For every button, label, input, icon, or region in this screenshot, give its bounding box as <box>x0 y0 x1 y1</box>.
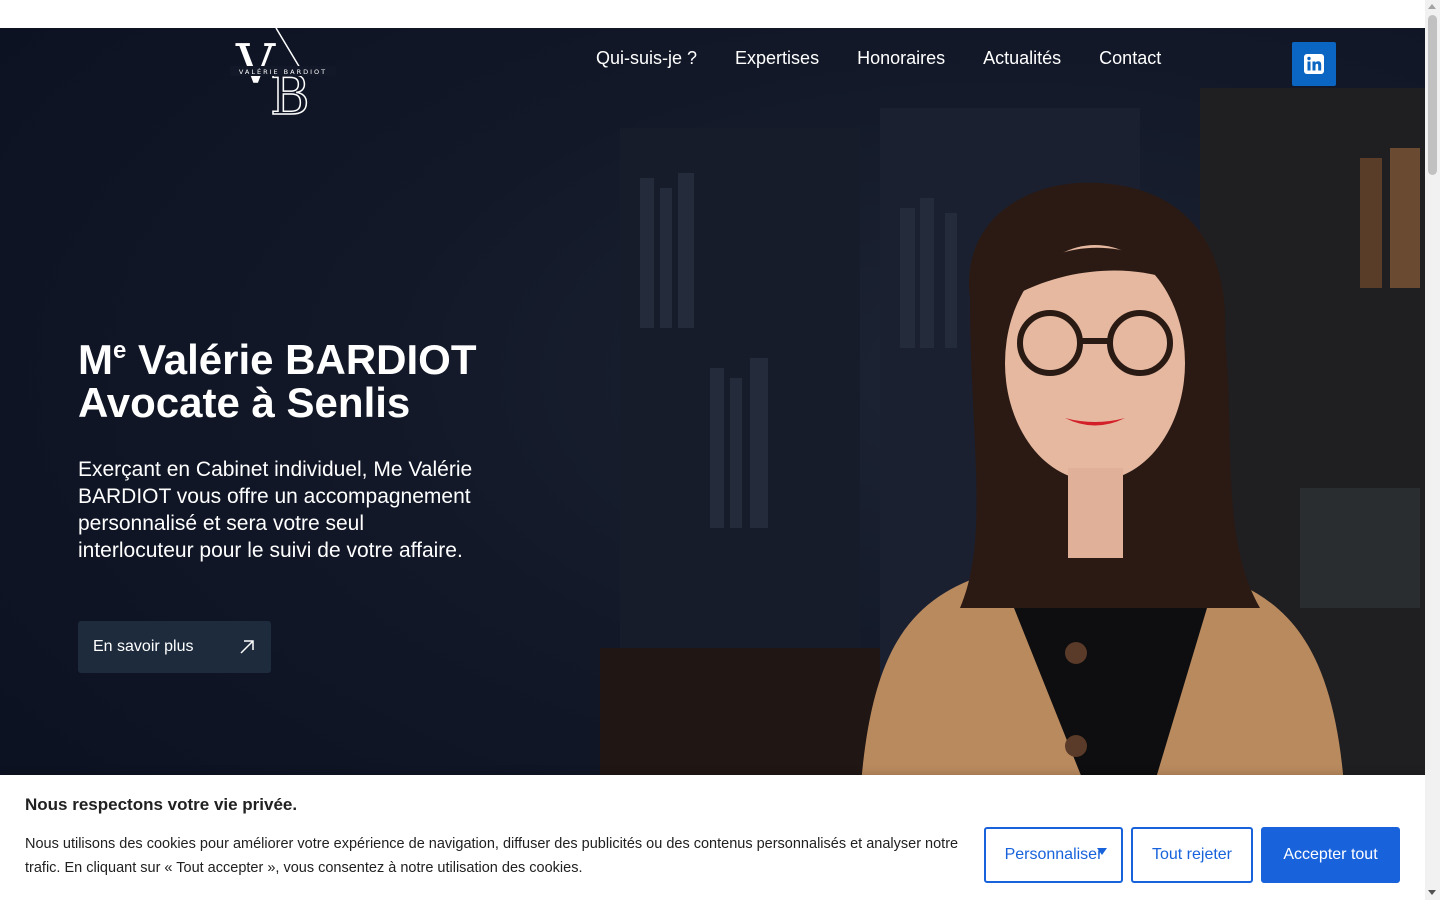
nav-item-contact[interactable]: Contact <box>1099 48 1161 69</box>
customize-label: Personnaliser <box>1004 846 1103 863</box>
nav-item-expertises[interactable]: Expertises <box>735 48 819 69</box>
scrollbar-thumb[interactable] <box>1428 15 1437 175</box>
customize-button[interactable]: Personnaliser <box>984 827 1123 883</box>
main-navigation: Qui-suis-je ? Expertises Honoraires Actu… <box>596 48 1161 69</box>
cookie-consent-banner: Nous respectons votre vie privée. Nous u… <box>0 775 1425 900</box>
hero-section: V B VALÉRIE BARDIOT Qui-suis-je ? Expert… <box>0 28 1425 900</box>
title-prefix: M <box>78 336 113 383</box>
linkedin-icon <box>1304 54 1324 74</box>
hero-description: Exerçant en Cabinet individuel, Me Valér… <box>78 458 473 562</box>
title-name: Valérie BARDIOT <box>126 336 477 383</box>
reject-all-button[interactable]: Tout rejeter <box>1131 827 1253 883</box>
nav-item-qui-suis-je[interactable]: Qui-suis-je ? <box>596 48 697 69</box>
lawyer-portrait-image <box>860 182 1345 798</box>
linkedin-button[interactable] <box>1292 42 1336 86</box>
top-white-strip <box>0 0 1425 28</box>
hero-heading: Me Valérie BARDIOT Avocate à Senlis <box>78 338 476 424</box>
title-subline: Avocate à Senlis <box>78 379 411 426</box>
scroll-up-arrow-icon[interactable] <box>1428 4 1436 9</box>
caret-down-icon <box>1097 848 1107 855</box>
learn-more-label: En savoir plus <box>93 638 194 655</box>
svg-text:VALÉRIE BARDIOT: VALÉRIE BARDIOT <box>239 67 327 76</box>
arrow-up-right-icon <box>240 640 254 654</box>
nav-item-honoraires[interactable]: Honoraires <box>857 48 945 69</box>
page-scrollbar[interactable] <box>1425 0 1440 900</box>
accept-all-button[interactable]: Accepter tout <box>1261 827 1400 883</box>
cookie-banner-title: Nous respectons votre vie privée. <box>25 795 298 814</box>
title-superscript: e <box>113 337 127 364</box>
learn-more-button[interactable]: En savoir plus <box>78 621 271 673</box>
site-logo[interactable]: V B VALÉRIE BARDIOT <box>228 28 338 128</box>
nav-item-actualites[interactable]: Actualités <box>983 48 1061 69</box>
cookie-banner-text: Nous utilisons des cookies pour améliore… <box>25 836 959 876</box>
scroll-down-arrow-icon[interactable] <box>1428 890 1436 895</box>
logo-monogram-icon: V B VALÉRIE BARDIOT <box>230 28 336 128</box>
